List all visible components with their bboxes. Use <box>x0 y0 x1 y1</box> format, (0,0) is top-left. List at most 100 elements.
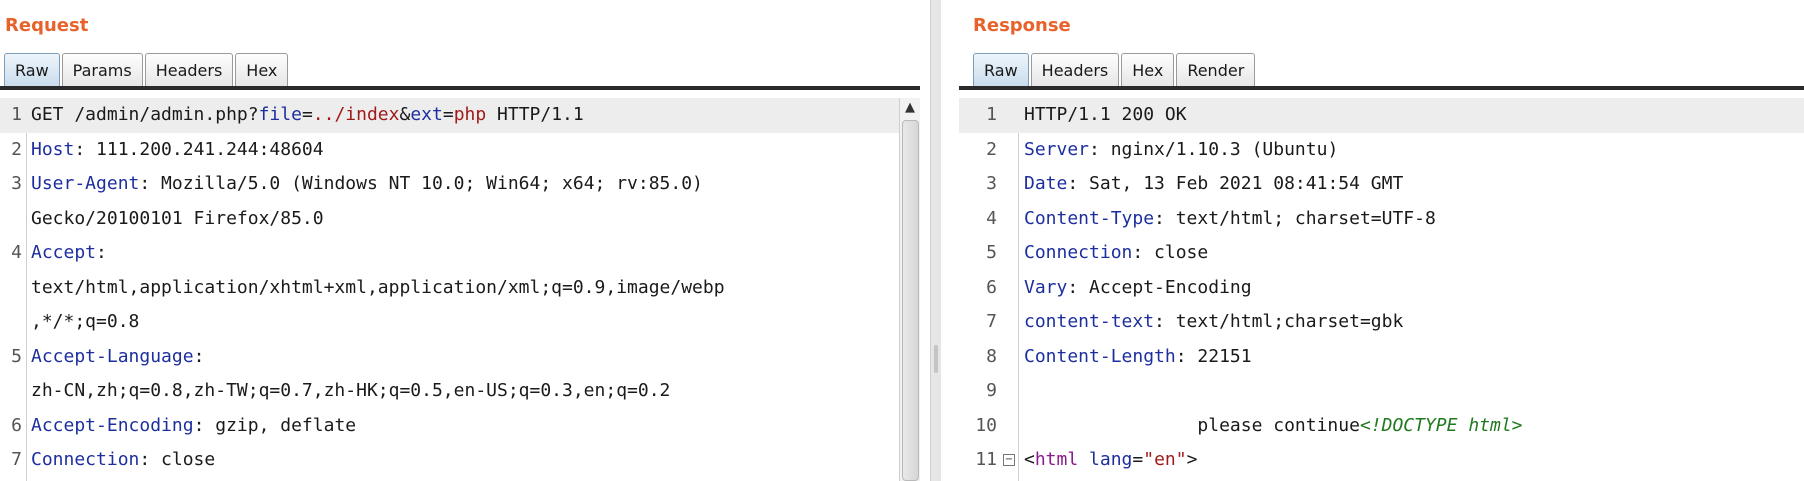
equals-sign: = <box>301 104 313 125</box>
line-number: 5 <box>11 345 22 367</box>
status-line: 1 HTTP/1.1 200 OK <box>959 98 1804 133</box>
header-value: : 111.200.241.244:48604 <box>74 138 324 160</box>
equals-sign: = <box>442 104 454 125</box>
header-key: Content-Length <box>1024 345 1176 367</box>
header-line-continuation: zh-CN,zh;q=0.8,zh-TW;q=0.7,zh-HK;q=0.5,e… <box>0 374 899 409</box>
header-value: : Mozilla/5.0 (Windows NT 10.0; Win64; x… <box>139 173 703 194</box>
request-tabbar: Raw Params Headers Hex <box>4 53 930 89</box>
header-value: : text/html;charset=gbk <box>1154 311 1404 332</box>
header-value: : Sat, 13 Feb 2021 08:41:54 GMT <box>1067 173 1404 194</box>
line-number: 9 <box>986 380 997 401</box>
request-editor[interactable]: 1 GET /admin/admin.php?file=../index&ext… <box>0 98 899 481</box>
header-key: content-text <box>1024 311 1155 332</box>
header-line-content-type: 4 Content-Type: text/html; charset=UTF-8 <box>959 202 1804 237</box>
line-number: 4 <box>986 207 997 229</box>
header-key: Accept-Language <box>31 345 194 367</box>
scroll-up-arrow-icon[interactable]: ▲ <box>900 98 920 118</box>
header-value: : text/html; charset=UTF-8 <box>1154 207 1436 229</box>
doctype-declaration: <!DOCTYPE html> <box>1359 414 1523 436</box>
blank-line: 9 <box>959 374 1804 409</box>
request-tab-raw[interactable]: Raw <box>4 53 60 87</box>
http-version: HTTP/1.1 <box>486 104 584 125</box>
response-tab-headers[interactable]: Headers <box>1030 53 1120 87</box>
param-value-file: ../index <box>312 104 400 125</box>
line-number: 11 <box>975 449 997 470</box>
line-number: 8 <box>986 345 997 367</box>
header-key: Vary <box>1024 276 1068 298</box>
line-number: 4 <box>11 242 22 263</box>
header-value: : close <box>1132 242 1209 263</box>
request-line-text: GET /admin/admin.php?file=../index&ext=p… <box>31 98 584 133</box>
header-key: Accept <box>31 242 97 263</box>
header-line-server: 2 Server: nginx/1.10.3 (Ubuntu) <box>959 133 1804 168</box>
param-name-file: file <box>258 104 302 125</box>
response-tab-raw[interactable]: Raw <box>973 53 1029 87</box>
request-pane: Request Raw Params Headers Hex 1 GET /ad… <box>0 0 930 481</box>
header-line-accept-language: 5 Accept-Language: <box>0 340 899 375</box>
header-value: : nginx/1.10.3 (Ubuntu) <box>1089 138 1339 160</box>
header-key: Connection <box>31 449 140 470</box>
response-editor[interactable]: 1 HTTP/1.1 200 OK 2 Server: nginx/1.10.3… <box>959 98 1804 481</box>
attribute-value: "en" <box>1143 449 1187 470</box>
body-line: 10 please continue<!DOCTYPE html> <box>959 409 1804 444</box>
param-value-ext: php <box>453 104 487 125</box>
header-line-continuation: text/html,application/xhtml+xml,applicat… <box>0 271 899 306</box>
splitter-grip-icon[interactable] <box>934 345 938 373</box>
header-line-continuation: ,*/*;q=0.8 <box>0 305 899 340</box>
response-tab-hex[interactable]: Hex <box>1121 53 1175 87</box>
header-line-accept: 4 Accept: <box>0 236 899 271</box>
status-text: HTTP/1.1 200 OK <box>1024 104 1187 125</box>
html-open-line: 11 − <html lang="en"> <box>959 443 1804 478</box>
header-key: Content-Type <box>1024 207 1155 229</box>
request-line: 1 GET /admin/admin.php?file=../index&ext… <box>0 98 899 133</box>
response-tab-render[interactable]: Render <box>1176 53 1256 87</box>
response-pane: Response Raw Headers Hex Render 1 HTTP/1… <box>941 0 1804 481</box>
header-value: : 22151 <box>1175 345 1252 367</box>
header-line-host: 2 Host: 111.200.241.244:48604 <box>0 133 899 168</box>
attribute-name: lang <box>1089 449 1133 470</box>
header-key: Host <box>31 138 75 160</box>
header-line-date: 3 Date: Sat, 13 Feb 2021 08:41:54 GMT <box>959 167 1804 202</box>
request-method-path: GET /admin/admin.php? <box>31 104 259 125</box>
scrollbar-thumb[interactable] <box>902 120 919 481</box>
fold-collapse-icon[interactable]: − <box>1003 454 1015 466</box>
header-line-accept-encoding: 6 Accept-Encoding: gzip, deflate <box>0 409 899 444</box>
line-number: 10 <box>975 414 997 436</box>
header-key: Server <box>1024 138 1090 160</box>
line-number: 2 <box>11 138 22 160</box>
header-line-connection: 5 Connection: close <box>959 236 1804 271</box>
header-value-continued: Gecko/20100101 Firefox/85.0 <box>31 207 324 229</box>
header-line-user-agent: 3 User-Agent: Mozilla/5.0 (Windows NT 10… <box>0 167 899 202</box>
line-number: 6 <box>11 414 22 436</box>
header-value: : Accept-Encoding <box>1067 276 1252 298</box>
response-tabbar: Raw Headers Hex Render <box>973 53 1804 89</box>
tag-name: html <box>1034 449 1079 470</box>
header-value-continued: ,*/*;q=0.8 <box>31 311 140 332</box>
header-line-continuation: Gecko/20100101 Firefox/85.0 <box>0 202 899 237</box>
tag-bracket: < <box>1024 449 1035 470</box>
body-text: please continue <box>1024 414 1360 436</box>
line-number: 3 <box>11 173 22 194</box>
header-value: : <box>96 242 107 263</box>
line-number: 1 <box>986 104 997 125</box>
request-tab-params[interactable]: Params <box>61 53 143 87</box>
line-number: 7 <box>986 311 997 332</box>
header-key: User-Agent <box>31 173 140 194</box>
header-key: Date <box>1024 173 1068 194</box>
line-number: 1 <box>11 104 22 125</box>
header-value-continued: zh-CN,zh;q=0.8,zh-TW;q=0.7,zh-HK;q=0.5,e… <box>31 380 671 401</box>
header-value: : <box>193 345 205 367</box>
header-line-content-text: 7 content-text: text/html;charset=gbk <box>959 305 1804 340</box>
request-vertical-scrollbar[interactable]: ▲ <box>899 98 920 481</box>
response-title: Response <box>973 15 1071 36</box>
line-number: 3 <box>986 173 997 194</box>
request-tab-hex[interactable]: Hex <box>235 53 289 87</box>
header-value: : close <box>139 449 216 470</box>
header-line-connection: 7 Connection: close <box>0 443 899 478</box>
header-key: Connection <box>1024 242 1133 263</box>
request-title: Request <box>5 15 89 36</box>
request-tab-headers[interactable]: Headers <box>144 53 234 87</box>
line-number: 7 <box>11 449 22 470</box>
line-number: 2 <box>986 138 997 160</box>
header-line-vary: 6 Vary: Accept-Encoding <box>959 271 1804 306</box>
